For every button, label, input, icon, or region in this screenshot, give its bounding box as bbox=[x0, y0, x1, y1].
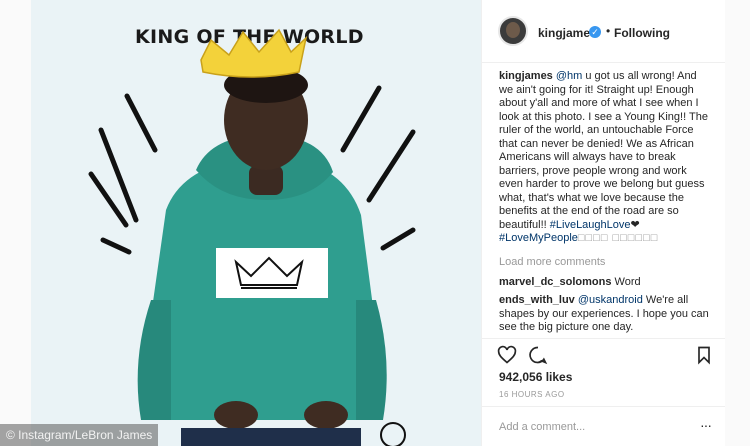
comment-text: Word bbox=[611, 276, 641, 288]
image-credit: © Instagram/LeBron James bbox=[0, 424, 159, 446]
comment-item: marvel_dc_solomons Word bbox=[499, 276, 711, 290]
post-image: KING OF THE WORLD bbox=[31, 0, 481, 446]
hashtag-lovemypeople[interactable]: #LoveMyPeople bbox=[499, 232, 578, 244]
caption-mention[interactable]: @hm bbox=[556, 70, 582, 82]
comment-bubble-icon[interactable] bbox=[528, 345, 548, 365]
hashtag-livelaughlove[interactable]: #LiveLaughLove bbox=[550, 219, 631, 231]
post-timestamp: 16 HOURS AGO bbox=[499, 390, 565, 399]
screenshot-frame: KING OF THE WORLD © Instagram/LeBron Jam… bbox=[0, 0, 750, 446]
caption-text: u got us all wrong! And we ain't going f… bbox=[499, 70, 708, 231]
load-more-comments[interactable]: Load more comments bbox=[499, 256, 605, 268]
comment-item: ends_with_luv @uskandroid We're all shap… bbox=[499, 294, 711, 335]
verified-badge-icon: ✓ bbox=[589, 26, 601, 38]
post-sidebar: kingjames ✓ • Following kingjames @hm u … bbox=[481, 0, 725, 446]
username-link[interactable]: kingjames bbox=[538, 26, 597, 40]
caption-username[interactable]: kingjames bbox=[499, 70, 553, 82]
post-header: kingjames ✓ • Following bbox=[482, 0, 725, 63]
emoji-placeholders: □□□□ □□□□□□ bbox=[577, 232, 659, 244]
comment-box: ··· bbox=[482, 406, 725, 447]
comment-username[interactable]: marvel_dc_solomons bbox=[499, 276, 612, 288]
likes-count[interactable]: 942,056 likes bbox=[499, 370, 572, 384]
post-actions bbox=[482, 338, 725, 369]
separator-dot: • bbox=[606, 24, 611, 38]
like-heart-icon[interactable] bbox=[497, 345, 517, 365]
more-options-icon[interactable]: ··· bbox=[700, 417, 712, 433]
post-caption: kingjames @hm u got us all wrong! And we… bbox=[499, 70, 711, 246]
comment-username[interactable]: ends_with_luv bbox=[499, 294, 575, 306]
comment-input[interactable] bbox=[497, 417, 691, 437]
following-button[interactable]: Following bbox=[614, 26, 670, 40]
heart-emoji: ❤ bbox=[630, 218, 640, 231]
comment-mention[interactable]: @uskandroid bbox=[578, 294, 643, 306]
bookmark-icon[interactable] bbox=[694, 345, 714, 365]
boy-illustration bbox=[88, 28, 416, 446]
avatar[interactable] bbox=[498, 16, 528, 46]
